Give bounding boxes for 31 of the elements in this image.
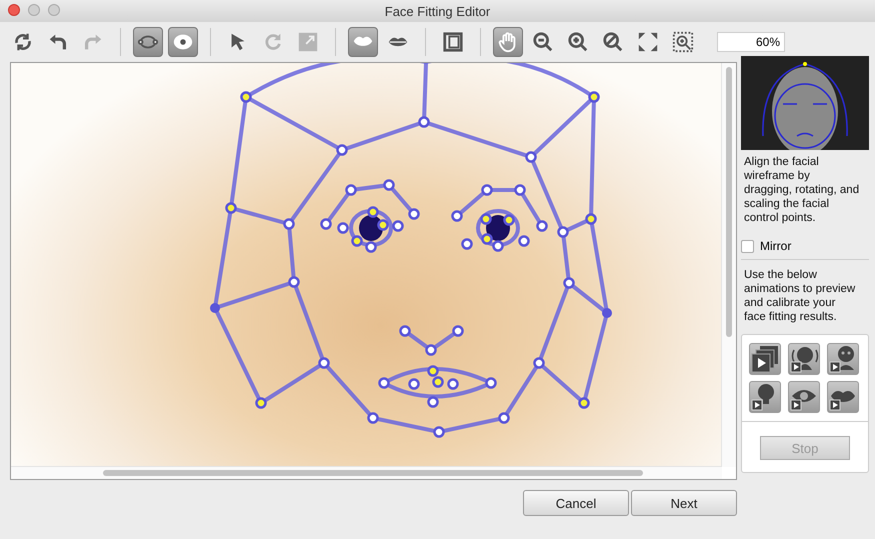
outline-tool-button[interactable] [133,27,163,57]
fit-icon [637,31,659,53]
zoom-reset-icon [602,31,624,53]
head-turn-animation-button[interactable] [788,343,820,375]
zoom-region-icon [672,31,694,53]
window-title: Face Fitting Editor [384,4,490,18]
instructions-text: Align the facial wireframe by dragging, rotating, and scaling the facial control points. [744,155,860,225]
sync-icon [12,31,34,53]
horizontal-scrollbar[interactable] [11,466,722,479]
frames-icon [750,344,780,374]
eye-animation-button[interactable] [788,381,820,413]
head-turn-icon [789,344,819,374]
cancel-button[interactable]: Cancel [523,490,629,516]
zoom-field[interactable]: 60% [717,32,785,52]
mirror-checkbox[interactable] [741,240,754,252]
zoom-in-icon [567,31,589,53]
points-tool-button[interactable] [168,27,198,57]
face-animation-button[interactable] [827,343,859,375]
head-animation-button[interactable] [749,381,781,413]
lips-animation-button[interactable] [827,381,859,413]
frames-animation-button[interactable] [749,343,781,375]
zoom-out-icon [532,31,554,53]
help-text: Use the below animations to preview and calibrate your face fitting results. [744,268,856,324]
frame-icon [442,31,464,53]
close-window-button[interactable] [8,4,20,16]
lips-fill-tool-button[interactable] [348,27,378,57]
hand-tool-button[interactable] [493,27,523,57]
scale-icon [297,31,319,53]
next-button[interactable]: Next [631,490,737,516]
vertical-scrollbar[interactable] [721,63,736,467]
mirror-label: Mirror [760,239,792,253]
